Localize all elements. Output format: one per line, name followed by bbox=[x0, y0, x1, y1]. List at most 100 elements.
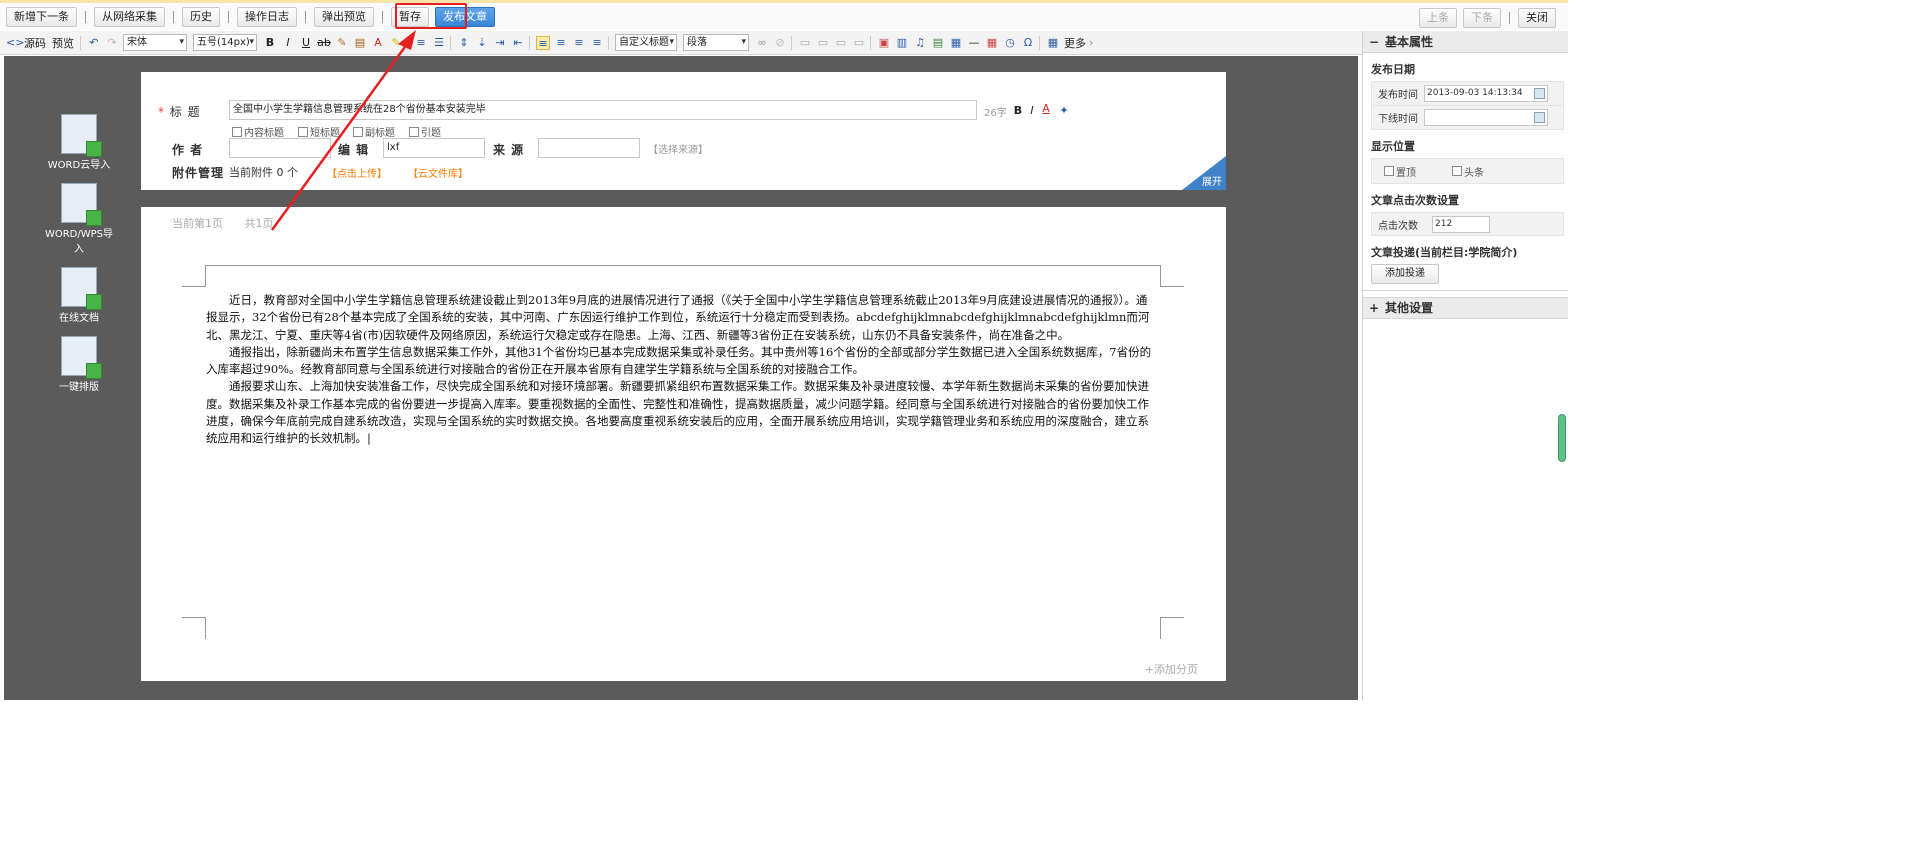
crop-mark bbox=[1160, 265, 1184, 287]
ordered-list-icon[interactable]: ≡ bbox=[414, 36, 428, 50]
italic-icon[interactable]: I bbox=[281, 36, 295, 50]
scrollbar-thumb[interactable] bbox=[1558, 414, 1566, 462]
preview-button[interactable]: 预览 bbox=[52, 35, 74, 51]
web-collect-button[interactable]: 从网络采集 bbox=[94, 6, 165, 27]
align-justify-icon[interactable]: ≡ bbox=[590, 36, 604, 50]
crop-mark bbox=[182, 617, 206, 639]
clicks-input[interactable]: 212 bbox=[1432, 215, 1490, 233]
italic-icon[interactable]: I bbox=[1025, 104, 1039, 118]
insert-video-icon[interactable]: ▥ bbox=[895, 36, 909, 50]
add-page-link[interactable]: +添加分页 bbox=[1145, 661, 1198, 677]
link-icon[interactable]: ∞ bbox=[755, 36, 769, 50]
online-doc-button[interactable]: 在线文档 bbox=[44, 267, 114, 324]
word-wps-import-button[interactable]: WORD/WPS导入 bbox=[44, 183, 114, 255]
short-title-checkbox[interactable]: 短标题 bbox=[298, 124, 340, 139]
next-record-button[interactable]: 下条 bbox=[1463, 8, 1501, 28]
upload-link[interactable]: 【点击上传】 bbox=[327, 165, 387, 180]
expand-toggle[interactable]: 展开 bbox=[1182, 156, 1226, 190]
pin-top-checkbox[interactable]: 置顶 bbox=[1384, 164, 1416, 179]
redo-icon[interactable]: ↷ bbox=[105, 36, 119, 50]
image-inline-icon[interactable]: ▭ bbox=[816, 36, 830, 50]
align-center-icon[interactable]: ≡ bbox=[554, 36, 568, 50]
image-center-icon[interactable]: ▭ bbox=[852, 36, 866, 50]
auto-layout-button[interactable]: 一键排版 bbox=[44, 336, 114, 393]
lead-title-checkbox[interactable]: 引题 bbox=[409, 124, 441, 139]
insert-attachment-icon[interactable]: ▤ bbox=[931, 36, 945, 50]
top-action-bar: 新增下一条 从网络采集 历史 操作日志 弹出预览 暂存 发布文章 上条 下条 关… bbox=[0, 0, 1568, 30]
separator bbox=[529, 35, 530, 50]
new-next-button[interactable]: 新增下一条 bbox=[6, 6, 77, 27]
content-title-checkbox[interactable]: 内容标题 bbox=[232, 124, 284, 139]
source-code-button[interactable]: <> 源码 bbox=[6, 35, 46, 51]
author-input[interactable] bbox=[229, 138, 331, 158]
font-color-icon[interactable]: A bbox=[1039, 102, 1053, 116]
checkbox-box bbox=[409, 126, 419, 137]
paragraph-spacing-icon[interactable]: ⇣ bbox=[475, 36, 489, 50]
unlink-icon[interactable]: ⊘ bbox=[773, 36, 787, 50]
font-color-icon[interactable]: A bbox=[371, 36, 385, 50]
image-right-icon[interactable]: ▭ bbox=[834, 36, 848, 50]
undo-icon[interactable]: ↶ bbox=[87, 36, 101, 50]
choose-source-link[interactable]: 【选择来源】 bbox=[648, 141, 708, 156]
basic-properties-header[interactable]: − 基本属性 bbox=[1363, 31, 1568, 53]
title-input[interactable]: 全国中小学生学籍信息管理系统在28个省份基本安装完毕 bbox=[229, 100, 977, 120]
clicks-row: 点击次数 212 bbox=[1371, 212, 1564, 236]
indent-icon[interactable]: ⇥ bbox=[493, 36, 507, 50]
record-nav: 上条 下条 关闭 bbox=[1419, 8, 1562, 28]
bold-icon[interactable]: B bbox=[1011, 104, 1025, 118]
calendar-icon[interactable] bbox=[1534, 112, 1545, 123]
crop-mark bbox=[182, 265, 206, 287]
align-right-icon[interactable]: ≡ bbox=[572, 36, 586, 50]
font-size-select[interactable]: 五号(14px) bbox=[193, 34, 257, 51]
required-mark: * bbox=[158, 105, 170, 119]
popup-preview-button[interactable]: 弹出预览 bbox=[314, 6, 374, 27]
word-cloud-import-button[interactable]: WORD云导入 bbox=[44, 114, 114, 171]
image-left-icon[interactable]: ▭ bbox=[798, 36, 812, 50]
special-char-icon[interactable]: Ω bbox=[1021, 36, 1035, 50]
prev-record-button[interactable]: 上条 bbox=[1419, 8, 1457, 28]
current-page: 当前第1页 bbox=[172, 217, 223, 230]
table-icon[interactable]: ▦ bbox=[1046, 36, 1060, 50]
outdent-icon[interactable]: ⇤ bbox=[511, 36, 525, 50]
strikethrough-icon[interactable]: ab bbox=[317, 36, 331, 50]
bold-icon[interactable]: B bbox=[263, 36, 277, 50]
cloud-library-link[interactable]: 【云文件库】 bbox=[408, 165, 468, 180]
add-deliver-button[interactable]: 添加投递 bbox=[1371, 264, 1439, 284]
checkbox-box bbox=[1452, 166, 1462, 176]
document-body[interactable]: 近日，教育部对全国中小学生学籍信息管理系统建设截止到2013年9月底的进展情况进… bbox=[206, 292, 1158, 448]
document-page: 当前第1页 共1页 近日，教育部对全国中小学生学籍信息管理系统建设截止到2013… bbox=[141, 207, 1226, 681]
highlight-color-icon[interactable]: ✎ bbox=[389, 36, 403, 50]
calendar-icon[interactable] bbox=[1534, 88, 1545, 99]
operation-log-button[interactable]: 操作日志 bbox=[237, 6, 297, 27]
editor-input[interactable]: lxf bbox=[383, 138, 485, 158]
source-input[interactable] bbox=[538, 138, 640, 158]
separator bbox=[1039, 35, 1040, 50]
subtitle-checkbox[interactable]: 副标题 bbox=[353, 124, 395, 139]
headline-checkbox[interactable]: 头条 bbox=[1452, 164, 1484, 179]
horizontal-rule-icon[interactable]: — bbox=[967, 36, 981, 50]
paste-icon[interactable]: ▤ bbox=[353, 36, 367, 50]
underline-icon[interactable]: U bbox=[299, 36, 313, 50]
close-button[interactable]: 关闭 bbox=[1518, 8, 1556, 28]
insert-gallery-icon[interactable]: ▦ bbox=[949, 36, 963, 50]
title-style-icon[interactable]: ✦ bbox=[1057, 104, 1071, 118]
align-left-icon[interactable]: ≡ bbox=[536, 35, 550, 50]
other-settings-header[interactable]: + 其他设置 bbox=[1363, 297, 1568, 319]
font-family-select[interactable]: 宋体 bbox=[123, 34, 187, 51]
publish-time-input[interactable]: 2013-09-03 14:13:34 bbox=[1424, 85, 1548, 102]
offline-time-label: 下线时间 bbox=[1378, 114, 1418, 125]
separator bbox=[407, 35, 408, 50]
insert-image-icon[interactable]: ▣ bbox=[877, 36, 891, 50]
insert-date-icon[interactable]: ▦ bbox=[985, 36, 999, 50]
paragraph: 通报要求山东、上海加快安装准备工作，尽快完成全国系统和对接环境部署。新疆要抓紧组… bbox=[206, 379, 1149, 446]
more-button[interactable]: 更多 › bbox=[1064, 35, 1093, 51]
history-button[interactable]: 历史 bbox=[182, 6, 220, 27]
custom-title-select[interactable]: 自定义标题 bbox=[615, 34, 677, 51]
unordered-list-icon[interactable]: ☰ bbox=[432, 36, 446, 50]
offline-time-input[interactable] bbox=[1424, 109, 1548, 126]
format-painter-icon[interactable]: ✎ bbox=[335, 36, 349, 50]
paragraph-select[interactable]: 段落 bbox=[683, 34, 749, 51]
line-spacing-icon[interactable]: ⇕ bbox=[457, 36, 471, 50]
insert-time-icon[interactable]: ◷ bbox=[1003, 36, 1017, 50]
insert-audio-icon[interactable]: ♫ bbox=[913, 36, 927, 50]
